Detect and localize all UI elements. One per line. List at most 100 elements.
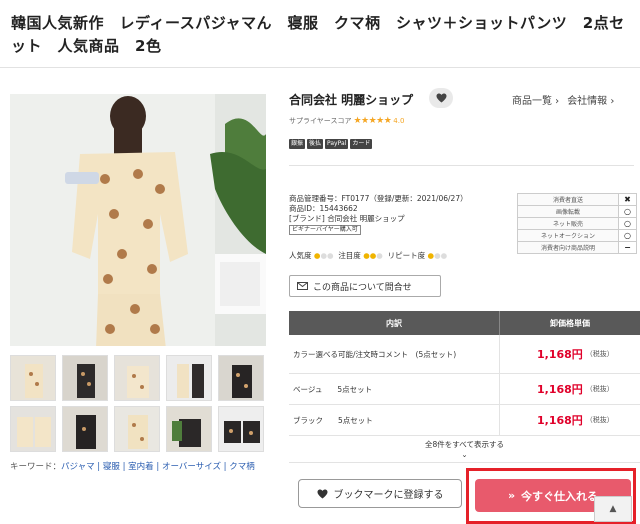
thumbnail-5[interactable]	[218, 355, 264, 401]
product-id: 商品ID：15443662	[289, 204, 358, 213]
unit-price: 1,168円	[537, 383, 583, 396]
keyword-separator: |	[94, 462, 103, 472]
table-row: ベージュ 5点セット 1,168円 （税抜）	[289, 374, 640, 405]
permission-row: ネットオークション ○	[517, 229, 637, 242]
thumbnail-10[interactable]	[218, 406, 264, 452]
product-list-link[interactable]: 商品一覧 ›	[512, 96, 559, 107]
thumbnail-6[interactable]	[10, 406, 56, 452]
thumbnail-image	[11, 356, 55, 400]
table-row: ブラック 5点セット 1,168円 （税抜）	[289, 405, 640, 436]
permission-label: ネット販売	[517, 217, 619, 230]
shop-links: 商品一覧 › 会社情報 ›	[512, 92, 622, 107]
heart-icon	[317, 488, 327, 499]
popularity-label: 人気度	[289, 251, 312, 260]
usage-permissions-table: 消費者直送 ✖ 画像転載 ○ ネット販売 ○ ネットオークション ○ 消費者向け商品説明…	[517, 193, 637, 254]
brand: [ブランド] 合同会社 明麗ショップ	[289, 214, 405, 223]
attention-icon: ●	[376, 251, 383, 260]
inquiry-label: この商品について問合せ	[313, 282, 412, 293]
keyword-separator: |	[220, 462, 230, 472]
favorite-shop-button[interactable]	[429, 88, 453, 108]
unit-price-header: 卸価格単価	[550, 318, 590, 328]
variant-description: ブラック 5点セット	[289, 405, 500, 435]
shop-name[interactable]: 合同会社 明麗ショップ	[289, 91, 413, 108]
buy-label: 今すぐ仕入れる	[521, 489, 599, 503]
tax-note: （税抜）	[585, 385, 614, 393]
thumbnail-image	[115, 356, 159, 400]
permission-row: 画像転載 ○	[517, 205, 637, 218]
permission-value: ○	[618, 205, 637, 218]
bookmark-label: ブックマークに登録する	[333, 490, 444, 501]
unit-price: 1,168円	[537, 348, 583, 361]
thumbnail-1[interactable]	[10, 355, 56, 401]
thumbnail-8[interactable]	[114, 406, 160, 452]
permission-row: ネット販売 ○	[517, 217, 637, 230]
mail-icon	[297, 282, 308, 290]
payment-badges: 銀振 後払 PayPal カード	[289, 139, 373, 149]
permission-label: 画像転載	[517, 205, 619, 218]
permission-label: 消費者直送	[517, 193, 619, 206]
keyword-link[interactable]: パジャマ	[61, 462, 95, 472]
permission-value: −	[618, 241, 637, 254]
bookmark-button[interactable]: ブックマークに登録する	[298, 479, 462, 508]
main-product-image[interactable]	[10, 94, 266, 346]
product-title: 韓国人気新作 レディースパジャマん 寝服 クマ柄 シャツ＋ショットパンツ 2点セ…	[11, 14, 625, 55]
thumbnail-9[interactable]	[166, 406, 212, 452]
table-row: カラー選べる可能/注文時コメント (5点セット) 1,168円 （税抜）	[289, 335, 640, 374]
unit-price: 1,168円	[537, 414, 583, 427]
permission-value: ✖	[618, 193, 637, 206]
company-info-link[interactable]: 会社情報 ›	[567, 96, 614, 107]
tax-note: （税抜）	[585, 416, 614, 424]
breakdown-header: 内訳	[289, 311, 500, 335]
score-label: サプライヤースコア	[289, 117, 352, 125]
variant-description: ベージュ 5点セット	[289, 374, 500, 404]
score-value: 4.0	[393, 117, 405, 125]
thumbnail-gallery	[10, 355, 270, 452]
keyword-label: キーワード：	[10, 462, 62, 472]
thumbnail-image	[63, 407, 107, 451]
thumbnail-image	[115, 407, 159, 451]
permission-row: 消費者向け商品説明 −	[517, 241, 637, 254]
inquiry-button[interactable]: この商品について問合せ	[289, 275, 441, 297]
show-all-label: 全8件をすべて表示する	[425, 440, 504, 449]
scroll-to-top-button[interactable]: ▲	[594, 496, 632, 522]
permission-value: ○	[618, 229, 637, 242]
thumbnail-4[interactable]	[166, 355, 212, 401]
main-photo-illustration	[10, 94, 266, 346]
thumbnail-image	[167, 356, 211, 400]
popularity-icon: ●	[326, 251, 334, 260]
arrow-up-icon: ▲	[609, 504, 617, 514]
keyword-link[interactable]: クマ柄	[229, 462, 255, 472]
thumbnail-7[interactable]	[62, 406, 108, 452]
thumbnail-image	[63, 356, 107, 400]
divider	[289, 165, 634, 166]
tax-note: （税抜）	[585, 350, 614, 358]
permission-value: ○	[618, 217, 637, 230]
popularity-indicators: 人気度 ●●● 注目度 ●●● リピート度 ●●●	[289, 250, 447, 261]
keyword-separator: |	[153, 462, 162, 472]
thumbnail-2[interactable]	[62, 355, 108, 401]
keyword-list: キーワード：パジャマ | 寝服 | 室内着 | オーバーサイズ | クマ柄	[10, 461, 255, 473]
repeat-icon: ●	[440, 251, 448, 260]
price-table: 内訳 卸価格単価 カラー選べる可能/注文時コメント (5点セット) 1,168円…	[289, 311, 640, 463]
management-number: 商品管理番号：FT0177（登録/更新：2021/06/27）	[289, 194, 468, 203]
thumbnail-image	[167, 407, 211, 451]
keyword-link[interactable]: 室内着	[128, 462, 154, 472]
payment-badge: PayPal	[325, 139, 349, 149]
payment-badge: 後払	[307, 139, 324, 149]
show-all-variants-link[interactable]: 全8件をすべて表示する ⌄	[289, 436, 640, 463]
price-table-header: 内訳 卸価格単価	[289, 311, 640, 335]
variant-description: カラー選べる可能/注文時コメント (5点セット)	[289, 335, 500, 373]
star-rating-icon: ★★★★★	[353, 116, 392, 126]
thumbnail-3[interactable]	[114, 355, 160, 401]
supplier-score: サプライヤースコア ★★★★★ 4.0	[289, 116, 404, 126]
keyword-link[interactable]: オーバーサイズ	[162, 462, 221, 472]
chevron-down-icon: ⌄	[461, 450, 468, 459]
thumbnail-image	[11, 407, 55, 451]
beginner-buyer-tag: ビギナーバイヤー購入可	[289, 225, 361, 235]
double-chevron-icon: »	[507, 489, 516, 502]
thumbnail-image	[219, 407, 263, 451]
heart-icon	[436, 93, 446, 103]
keyword-link[interactable]: 寝服	[103, 462, 120, 472]
repeat-label: リピート度	[387, 251, 426, 260]
permission-label: ネットオークション	[517, 229, 619, 242]
